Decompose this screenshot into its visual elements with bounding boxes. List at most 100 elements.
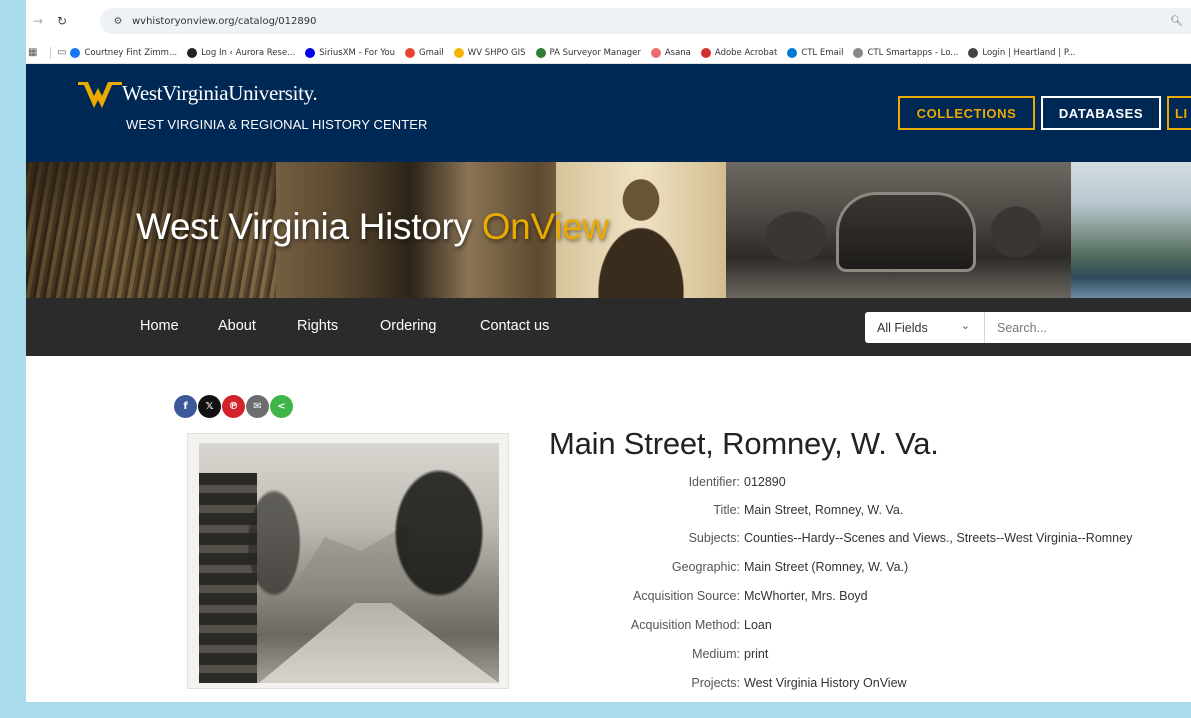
nav-ordering[interactable]: Ordering — [380, 318, 436, 334]
bookmark-label: Courtney Fint Zimm... — [84, 47, 178, 58]
photo-tree-right — [369, 443, 499, 663]
field-value: print — [744, 647, 769, 661]
bookmark-favicon-icon — [535, 47, 546, 58]
history-center-name[interactable]: WEST VIRGINIA & REGIONAL HISTORY CENTER — [126, 117, 428, 132]
bookmark-favicon-icon — [305, 47, 316, 58]
bookmark-item[interactable]: CTL Smartapps - Lo... — [853, 47, 959, 58]
bookmark-favicon-icon — [853, 47, 864, 58]
bookmark-list: Courtney Fint Zimm... Log In ‹ Aurora Res… — [70, 47, 1085, 58]
frame-bottom — [0, 702, 1191, 718]
bookmark-favicon-icon — [650, 47, 661, 58]
databases-button[interactable]: DATABASES — [1041, 96, 1161, 130]
bookmark-label: Adobe Acrobat — [714, 47, 778, 58]
field-value: 012890 — [744, 475, 786, 489]
x-share-icon[interactable]: 𝕏 — [198, 395, 221, 418]
libraries-button[interactable]: LI — [1167, 96, 1191, 130]
banner-landscape-painting — [1071, 162, 1191, 298]
bookmarks-bar: ▦ ▭ Courtney Fint Zimm... Log In ‹ Aurora… — [0, 42, 1191, 64]
bookmark-item[interactable]: Courtney Fint Zimm... — [70, 47, 178, 58]
url-text: wvhistoryonview.org/catalog/012890 — [132, 15, 317, 27]
site-settings-icon[interactable]: ⚙ — [110, 13, 126, 29]
bookmark-item[interactable]: Adobe Acrobat — [700, 47, 778, 58]
wvu-wordmark[interactable]: WestVirginiaUniversity. — [122, 81, 318, 106]
bookmark-item[interactable]: Login | Heartland | P... — [968, 47, 1076, 58]
bookmark-label: Asana — [664, 47, 691, 58]
nav-home[interactable]: Home — [140, 318, 179, 334]
bookmark-favicon-icon — [968, 47, 979, 58]
bookmark-favicon-icon — [453, 47, 464, 58]
photo-tree-left — [229, 453, 319, 653]
bookmark-favicon-icon — [70, 47, 81, 58]
site-header: WestVirginiaUniversity. WEST VIRGINIA & … — [26, 64, 1191, 162]
site-title-main: West Virginia History — [136, 206, 482, 247]
field-value[interactable]: Main Street (Romney, W. Va.) — [744, 560, 908, 574]
bookmark-item[interactable]: CTL Email — [787, 47, 844, 58]
bookmark-label: CTL Smartapps - Lo... — [867, 47, 959, 58]
field-title: Title: Main Street, Romney, W. Va. — [540, 503, 1191, 521]
reload-icon[interactable]: ↻ — [50, 9, 74, 33]
field-identifier: Identifier: 012890 — [540, 475, 1191, 493]
folder-icon[interactable]: ▭ — [57, 47, 66, 58]
address-bar[interactable]: ⚙ wvhistoryonview.org/catalog/012890 🔍︎ — [100, 8, 1191, 34]
nav-contact-us[interactable]: Contact us — [480, 318, 549, 334]
record-photo[interactable] — [187, 433, 509, 689]
zoom-icon[interactable]: 🔍︎ — [1170, 16, 1183, 27]
field-subjects: Subjects: Counties--Hardy--Scenes and Vie… — [540, 531, 1191, 549]
field-projects: Projects: West Virginia History OnView — [540, 676, 1191, 694]
site-title[interactable]: West Virginia History OnView — [136, 206, 609, 248]
field-label: Subjects: — [688, 531, 740, 545]
hero-banner: West Virginia History OnView — [26, 162, 1191, 298]
field-medium: Medium: print — [540, 647, 1191, 665]
nav-rights[interactable]: Rights — [297, 318, 338, 334]
frame-left — [0, 0, 26, 718]
flying-wv-logo-icon[interactable] — [78, 82, 122, 108]
search-field-value: All Fields — [877, 320, 928, 335]
field-label: Acquisition Method: — [630, 618, 740, 632]
field-acquisition-source: Acquisition Source: McWhorter, Mrs. Boyd — [540, 589, 1191, 607]
bookmark-label: SiriusXM - For You — [319, 47, 395, 58]
bookmark-label: Login | Heartland | P... — [982, 47, 1076, 58]
browser-toolbar: ← → ↻ ⚙ wvhistoryonview.org/catalog/0128… — [0, 0, 1191, 42]
pinterest-share-icon[interactable]: ℗ — [222, 395, 245, 418]
record-title: Main Street, Romney, W. Va. — [549, 426, 939, 461]
bookmark-item[interactable]: Log In ‹ Aurora Rese... — [187, 47, 296, 58]
field-value[interactable]: Counties--Hardy--Scenes and Views., Stre… — [744, 531, 1132, 545]
share-icon[interactable]: < — [270, 395, 293, 418]
search-input[interactable] — [985, 312, 1191, 343]
search-field-select[interactable]: All Fields ⌄ — [865, 312, 985, 343]
field-geographic: Geographic: Main Street (Romney, W. Va.) — [540, 560, 1191, 578]
facebook-share-icon[interactable]: f — [174, 395, 197, 418]
bookmark-favicon-icon — [187, 47, 198, 58]
bookmark-item[interactable]: WV SHPO GIS — [453, 47, 526, 58]
banner-car-photo — [726, 162, 1071, 298]
main-street-photograph — [199, 443, 499, 683]
chevron-down-icon: ⌄ — [960, 319, 970, 332]
field-value: McWhorter, Mrs. Boyd — [744, 589, 868, 603]
field-label: Acquisition Source: — [632, 589, 740, 603]
bookmark-label: Gmail — [418, 47, 444, 58]
bookmark-label: WV SHPO GIS — [467, 47, 526, 58]
browser-window: ← → ↻ ⚙ wvhistoryonview.org/catalog/0128… — [0, 0, 1191, 718]
bookmark-favicon-icon — [700, 47, 711, 58]
bookmark-favicon-icon — [787, 47, 798, 58]
bookmark-label: Log In ‹ Aurora Rese... — [201, 47, 296, 58]
bookmarks-divider — [50, 46, 51, 59]
bookmark-item[interactable]: Gmail — [404, 47, 444, 58]
field-label: Projects: — [691, 676, 740, 690]
bookmark-item[interactable]: SiriusXM - For You — [305, 47, 395, 58]
nav-about[interactable]: About — [218, 318, 256, 334]
field-label: Title: — [713, 503, 740, 517]
collections-button[interactable]: COLLECTIONS — [898, 96, 1035, 130]
bookmark-label: CTL Email — [801, 47, 844, 58]
field-value: Loan — [744, 618, 772, 632]
field-value[interactable]: West Virginia History OnView — [744, 676, 907, 690]
bookmark-favicon-icon — [404, 47, 415, 58]
forward-icon[interactable]: → — [26, 9, 50, 33]
email-share-icon[interactable]: ✉ — [246, 395, 269, 418]
main-navigation: Home About Rights Ordering Contact us Al… — [26, 298, 1191, 356]
field-label: Geographic: — [671, 560, 740, 574]
apps-grid-icon[interactable]: ▦ — [28, 47, 44, 58]
field-acquisition-method: Acquisition Method: Loan — [540, 618, 1191, 636]
bookmark-item[interactable]: PA Surveyor Manager — [535, 47, 641, 58]
bookmark-item[interactable]: Asana — [650, 47, 691, 58]
